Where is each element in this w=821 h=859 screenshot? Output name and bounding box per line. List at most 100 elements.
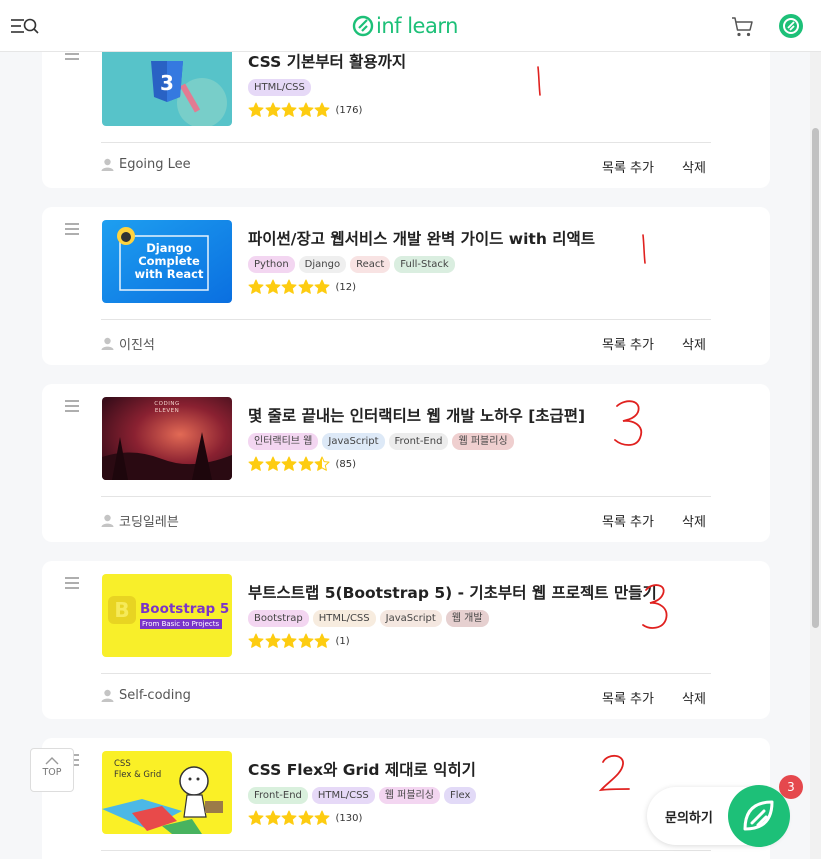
course-author[interactable]: Self-coding (101, 688, 191, 703)
course-thumbnail[interactable]: B Bootstrap 5 From Basic to Projects (102, 574, 232, 657)
star-icon (298, 810, 313, 825)
user-icon (101, 158, 114, 171)
add-to-list-button[interactable]: 목록 추가 (602, 511, 654, 530)
drag-handle-icon[interactable] (65, 577, 79, 589)
user-icon (101, 337, 114, 350)
add-to-list-button[interactable]: 목록 추가 (602, 688, 654, 707)
star-icon (281, 810, 297, 825)
course-rating: (1) (248, 633, 350, 649)
star-icon (265, 810, 280, 825)
star-icon (248, 810, 264, 825)
thumbnail-text: Bootstrap 5 (140, 601, 230, 617)
tag[interactable]: 웹 퍼블리싱 (378, 787, 440, 804)
star-icon (248, 633, 264, 648)
course-thumbnail[interactable]: CSS Flex & Grid (102, 751, 232, 834)
cart-icon[interactable] (731, 15, 755, 39)
course-thumbnail[interactable]: Django Complete with React (102, 220, 232, 303)
profile-avatar-icon[interactable] (778, 13, 804, 39)
divider (101, 142, 711, 143)
tag[interactable]: HTML/CSS (311, 787, 375, 804)
tag[interactable]: 웹 퍼블리싱 (452, 433, 514, 450)
star-icon (265, 102, 280, 117)
top-button-label: TOP (42, 767, 62, 778)
tag[interactable]: 웹 개발 (445, 610, 489, 627)
course-author[interactable]: 코딩일레븐 (101, 511, 179, 530)
course-title[interactable]: CSS Flex와 Grid 제대로 익히기 (248, 758, 476, 780)
user-icon (101, 689, 114, 702)
drag-handle-icon[interactable] (65, 223, 79, 235)
divider (101, 850, 711, 851)
star-rating (248, 102, 331, 118)
tag[interactable]: Django (298, 256, 347, 273)
tag[interactable]: HTML/CSS (312, 610, 376, 627)
tag[interactable]: Front-End (388, 433, 449, 450)
tag[interactable]: Front-End (248, 787, 308, 804)
course-thumbnail[interactable]: 3 (102, 43, 232, 126)
author-name: 코딩일레븐 (119, 515, 179, 530)
course-author[interactable]: Egoing Lee (101, 157, 191, 172)
add-to-list-button[interactable]: 목록 추가 (602, 334, 654, 353)
review-count: (85) (335, 458, 357, 470)
course-thumbnail[interactable]: CODING ELEVEN (102, 397, 232, 480)
author-name: 이진석 (119, 338, 155, 353)
chevron-up-icon (45, 757, 59, 765)
star-icon (248, 279, 264, 294)
scroll-to-top-button[interactable]: TOP (30, 748, 74, 792)
user-icon (101, 514, 114, 527)
annotation-mark: 3 (614, 400, 643, 446)
star-icon (314, 102, 330, 117)
course-author[interactable]: 이진석 (101, 334, 155, 353)
annotation-value: 1 (634, 232, 635, 233)
course-rating: (130) (248, 810, 362, 826)
tag[interactable]: HTML/CSS (248, 79, 311, 96)
course-tags: Front-End HTML/CSS 웹 퍼블리싱 Flex (248, 787, 477, 804)
tag[interactable]: Bootstrap (248, 610, 309, 627)
annotation-mark: 1 (537, 66, 541, 96)
delete-button[interactable]: 삭제 (682, 688, 706, 707)
scrollbar-thumb[interactable] (812, 128, 819, 628)
svg-text:3: 3 (160, 71, 174, 95)
course-card: Django Complete with React 파이썬/장고 웹서비스 개… (42, 207, 770, 365)
divider (101, 496, 711, 497)
tag[interactable]: JavaScript (322, 433, 385, 450)
delete-button[interactable]: 삭제 (682, 511, 706, 530)
tag[interactable]: Full-Stack (394, 256, 455, 273)
author-name: Egoing Lee (119, 157, 191, 172)
course-title[interactable]: CSS 기본부터 활용까지 (248, 50, 406, 72)
star-icon (298, 633, 313, 648)
star-rating (248, 456, 331, 472)
star-icon (265, 456, 280, 471)
inflearn-logo[interactable]: inf learn (352, 12, 458, 40)
star-icon (248, 102, 264, 117)
star-icon (314, 456, 330, 471)
star-icon (314, 279, 330, 294)
tag[interactable]: Python (248, 256, 295, 273)
delete-button[interactable]: 삭제 (682, 334, 706, 353)
drag-handle-icon[interactable] (65, 400, 79, 412)
delete-button[interactable]: 삭제 (682, 157, 706, 176)
thumbnail-text: CSS (114, 759, 131, 769)
star-icon (314, 810, 330, 825)
course-title[interactable]: 몇 줄로 끝내는 인터랙티브 웹 개발 노하우 [초급편] (248, 404, 585, 426)
inquiry-label: 문의하기 (665, 811, 713, 826)
svg-text:B: B (114, 598, 129, 622)
star-icon (281, 456, 297, 471)
course-rating: (12) (248, 279, 356, 295)
course-title[interactable]: 파이썬/장고 웹서비스 개발 완벽 가이드 with 리액트 (248, 227, 595, 249)
course-tags: Bootstrap HTML/CSS JavaScript 웹 개발 (248, 610, 489, 627)
annotation-value: 3 (640, 580, 641, 581)
tag[interactable]: 인터랙티브 웹 (248, 433, 319, 450)
course-title[interactable]: 부트스트랩 5(Bootstrap 5) - 기초부터 웹 프로젝트 만들기 (248, 581, 657, 603)
add-to-list-button[interactable]: 목록 추가 (602, 157, 654, 176)
divider (101, 319, 711, 320)
star-icon (298, 102, 313, 117)
notification-badge: 3 (779, 775, 803, 799)
star-rating (248, 633, 331, 649)
course-rating: (85) (248, 456, 356, 472)
tag[interactable]: Flex (443, 787, 477, 804)
tag[interactable]: JavaScript (379, 610, 442, 627)
course-tags: Python Django React Full-Stack (248, 256, 455, 273)
menu-search-icon[interactable] (10, 16, 40, 38)
tag[interactable]: React (350, 256, 391, 273)
top-navigation-bar: inf learn (0, 0, 821, 52)
